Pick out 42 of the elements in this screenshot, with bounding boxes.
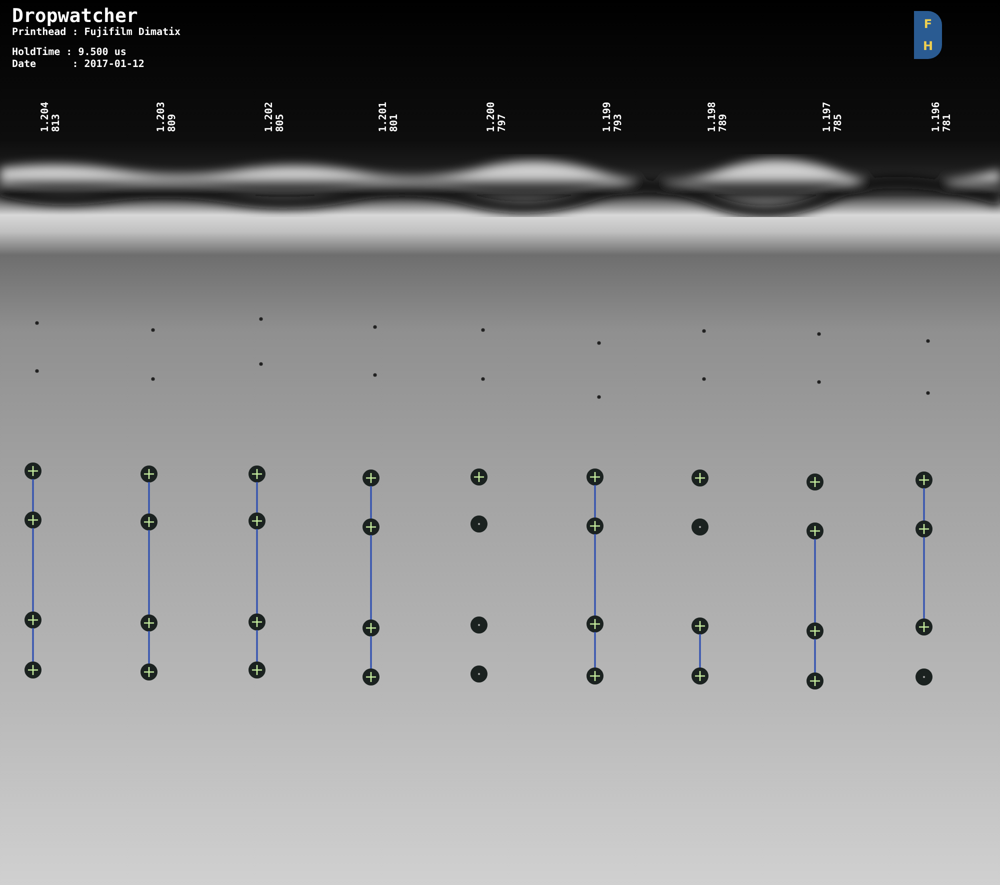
satellite-droplet [597, 341, 601, 345]
satellite-droplet [259, 317, 263, 321]
satellite-droplet [817, 332, 821, 336]
satellite-droplet [373, 373, 377, 377]
voltage-label: 1.196 [931, 102, 942, 132]
satellite-droplet [373, 325, 377, 329]
voltage-label: 1.203 [156, 102, 167, 132]
voltage-label: 1.201 [378, 102, 389, 132]
satellite-droplet [926, 339, 930, 343]
logo-letter: H [922, 39, 934, 53]
satellite-droplet [151, 377, 155, 381]
satellite-droplet [35, 321, 39, 325]
voltage-label: 1.197 [822, 102, 833, 132]
count-label: 801 [389, 114, 400, 132]
count-label: 809 [167, 114, 178, 132]
count-label: 805 [275, 114, 286, 132]
count-label: 789 [718, 114, 729, 132]
hold-time-label: HoldTime : 9.500 us [12, 47, 128, 59]
satellite-droplet [817, 380, 821, 384]
voltage-label: 1.199 [602, 102, 613, 132]
satellite-droplet [702, 329, 706, 333]
date-label: Date : 2017-01-12 [12, 59, 146, 71]
logo-letter: F [924, 17, 932, 31]
satellite-droplet [151, 328, 155, 332]
count-label: 813 [51, 114, 62, 132]
voltage-label: 1.200 [486, 102, 497, 132]
satellite-droplet [597, 395, 601, 399]
app-title: Dropwatcher [12, 5, 139, 27]
voltage-label: 1.204 [40, 102, 51, 132]
count-label: 781 [942, 114, 953, 132]
count-label: 785 [833, 114, 844, 132]
satellite-droplet [481, 377, 485, 381]
satellite-droplet [259, 362, 263, 366]
satellite-droplet [35, 369, 39, 373]
satellite-droplet [481, 328, 485, 332]
satellite-droplet [926, 391, 930, 395]
printhead-label: Printhead : Fujifilm Dimatix [12, 27, 181, 39]
count-label: 793 [613, 114, 624, 132]
voltage-label: 1.198 [707, 102, 718, 132]
voltage-label: 1.202 [264, 102, 275, 132]
satellite-droplet [702, 377, 706, 381]
count-label: 797 [497, 114, 508, 132]
